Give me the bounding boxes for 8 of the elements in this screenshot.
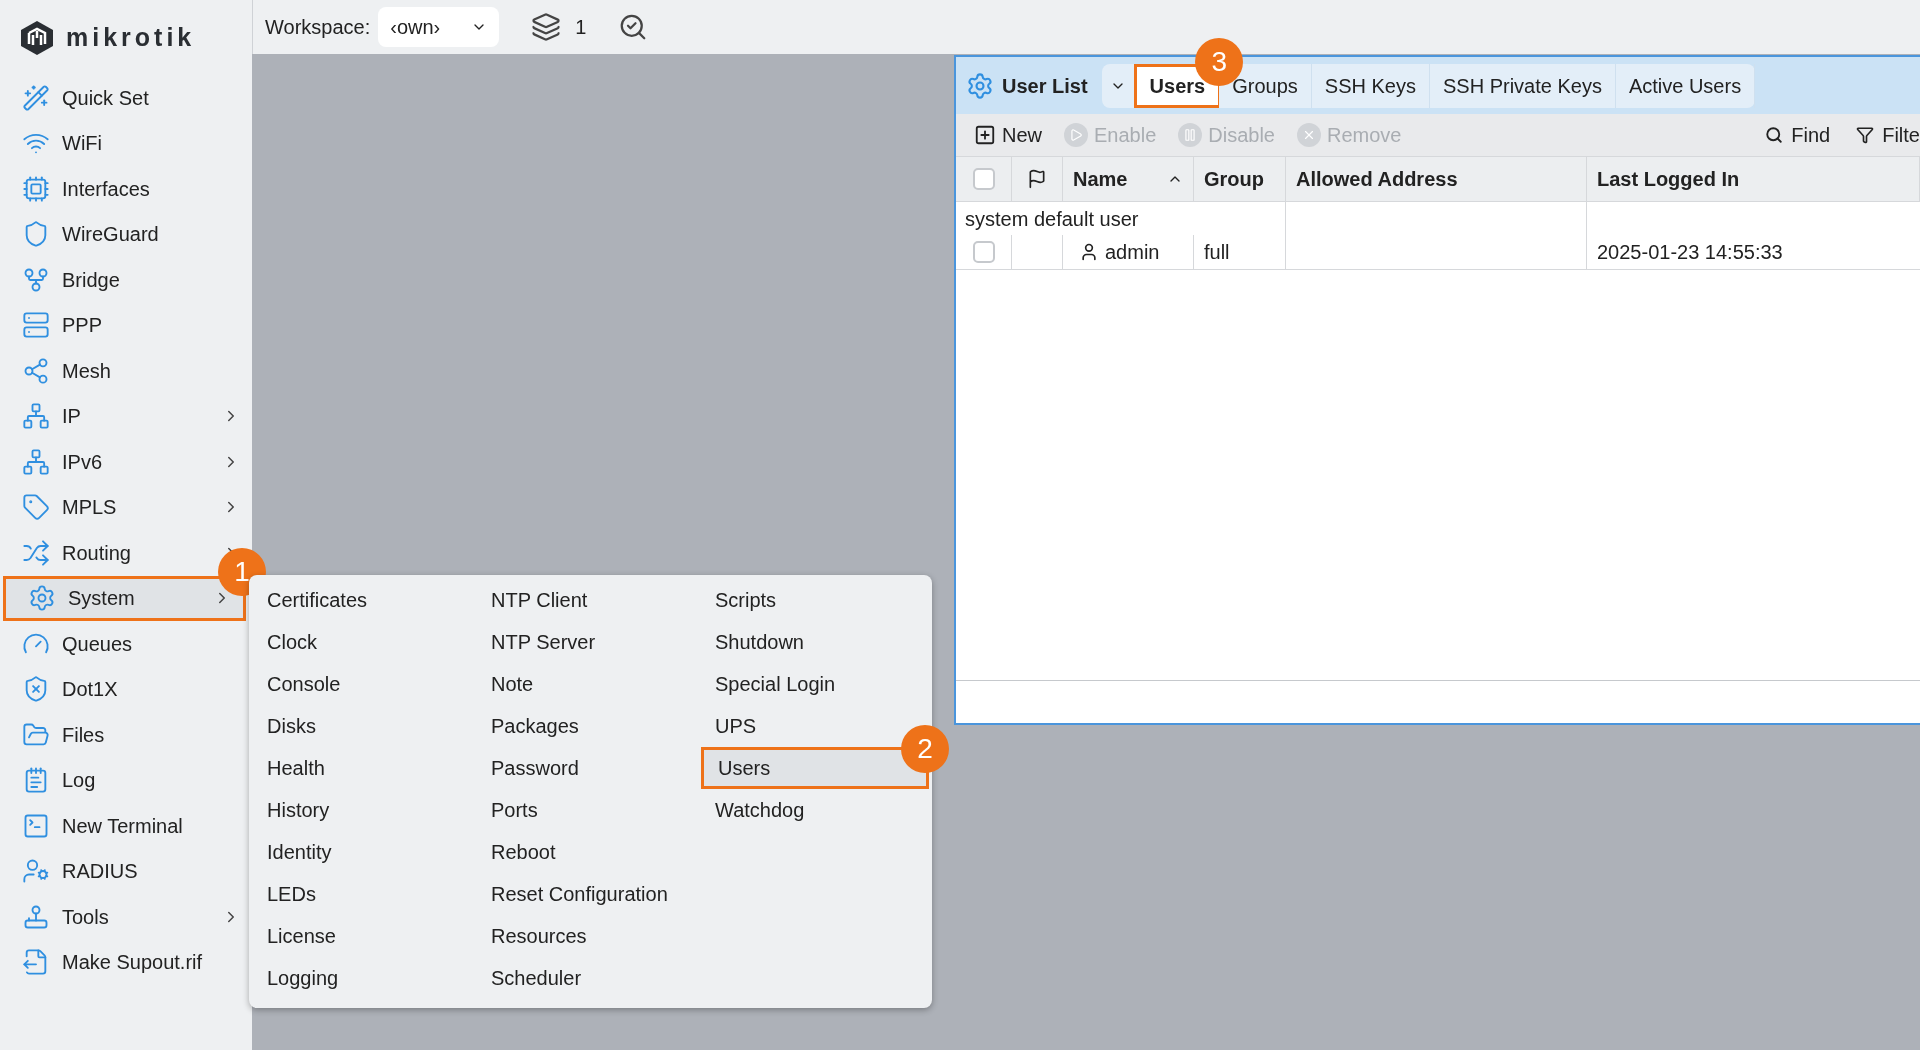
- table-cell-text: full: [1204, 240, 1230, 265]
- table-cell-text: 2025-01-23 14:55:33: [1597, 240, 1783, 265]
- table-cell-text: admin: [1105, 240, 1160, 265]
- logo-text: mikrotik: [66, 21, 196, 53]
- window-count: 1: [575, 15, 587, 40]
- window-title: User List: [1002, 73, 1088, 99]
- workspace-label: Workspace:: [265, 15, 371, 40]
- group-label: system default user: [965, 206, 1139, 232]
